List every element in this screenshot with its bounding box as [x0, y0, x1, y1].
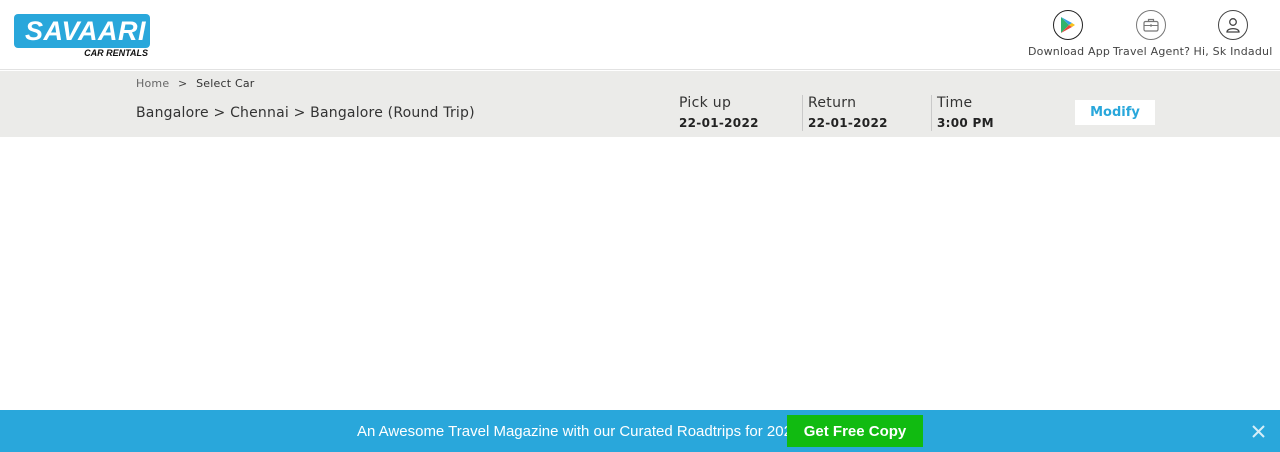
- pickup-date: 22-01-2022: [679, 116, 759, 130]
- trip-route: Bangalore > Chennai > Bangalore (Round T…: [136, 105, 475, 121]
- logo-tagline: CAR RENTALS: [84, 48, 148, 58]
- time-field: Time 3:00 PM: [931, 95, 1051, 131]
- time-value: 3:00 PM: [937, 116, 994, 130]
- download-app-link[interactable]: Download App: [1028, 10, 1111, 58]
- close-icon[interactable]: [1250, 423, 1267, 440]
- logo-wordmark: SAVAARI: [14, 14, 150, 48]
- travel-agent-label: Travel Agent?: [1113, 45, 1191, 58]
- travel-agent-link[interactable]: Travel Agent?: [1113, 10, 1191, 58]
- return-label: Return: [808, 95, 857, 111]
- google-play-icon: [1053, 10, 1083, 40]
- promo-banner: An Awesome Travel Magazine with our Cura…: [0, 410, 1280, 452]
- trip-summary-bar: Home > Select Car Bangalore > Chennai > …: [0, 71, 1280, 137]
- user-account-link[interactable]: Hi, Sk Indadul: [1193, 10, 1273, 58]
- get-free-copy-button[interactable]: Get Free Copy: [787, 415, 923, 447]
- pickup-field: Pick up 22-01-2022: [674, 95, 802, 131]
- breadcrumb-separator: >: [178, 77, 188, 90]
- user-greeting-label: Hi, Sk Indadul: [1193, 45, 1273, 58]
- savaari-logo[interactable]: SAVAARI CAR RENTALS: [14, 14, 150, 60]
- top-header: SAVAARI CAR RENTALS Download App Travel …: [0, 0, 1280, 70]
- return-date: 22-01-2022: [808, 116, 888, 130]
- return-field: Return 22-01-2022: [802, 95, 931, 131]
- time-label: Time: [937, 95, 973, 111]
- briefcase-icon: [1136, 10, 1166, 40]
- breadcrumb: Home > Select Car: [136, 77, 255, 90]
- breadcrumb-current: Select Car: [196, 77, 255, 90]
- user-icon: [1218, 10, 1248, 40]
- download-app-label: Download App: [1028, 45, 1111, 58]
- breadcrumb-home[interactable]: Home: [136, 77, 169, 90]
- pickup-label: Pick up: [679, 95, 732, 111]
- modify-button[interactable]: Modify: [1075, 100, 1155, 125]
- promo-text: An Awesome Travel Magazine with our Cura…: [357, 423, 801, 440]
